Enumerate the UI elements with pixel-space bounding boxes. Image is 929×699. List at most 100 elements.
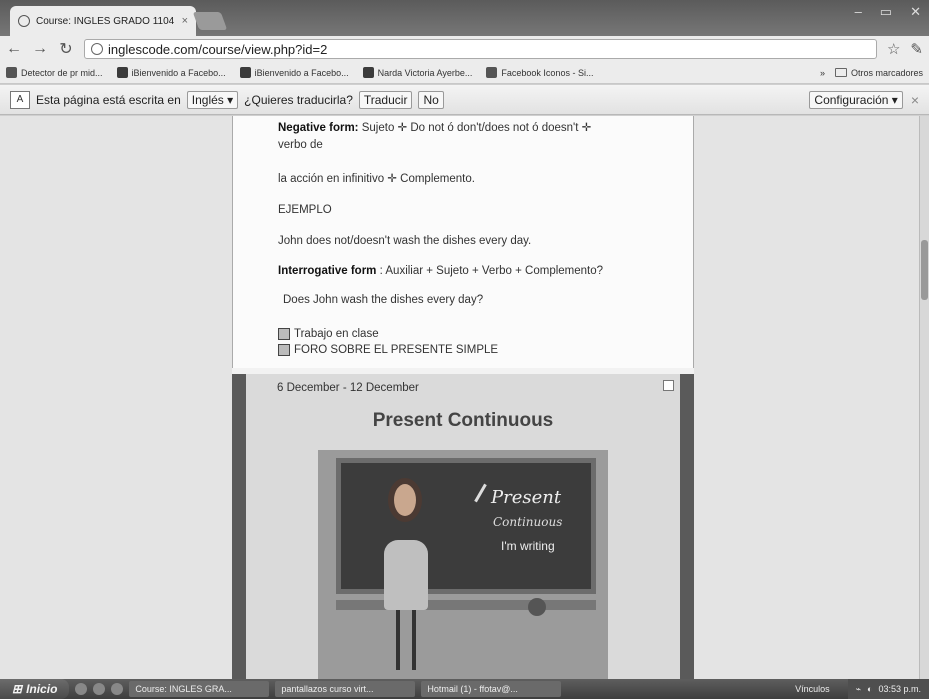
interrogative-example: Does John wash the dishes every day? bbox=[283, 294, 484, 306]
tab-strip: Course: INGLES GRADO 1104 × – ▭ ✕ bbox=[0, 0, 929, 36]
bookmark-item[interactable]: iBienvenido a Facebo... bbox=[239, 67, 349, 78]
clock: 03:53 p.m. bbox=[878, 684, 921, 694]
taskbar-item-hotmail[interactable]: Hotmail (1) - ffotav@... bbox=[421, 681, 562, 697]
chalk-icon bbox=[474, 483, 487, 503]
bookmark-item[interactable]: iBienvenido a Facebo... bbox=[116, 67, 226, 78]
board-phrase: I'm writing bbox=[501, 539, 555, 553]
windows-taskbar: ⊞ Inicio Course: INGLES GRA... pantallaz… bbox=[0, 679, 929, 699]
bookmark-label: Facebook Iconos - Si... bbox=[501, 67, 594, 78]
translate-icon: A bbox=[10, 90, 30, 109]
bookmark-label: Narda Victoria Ayerbe... bbox=[377, 67, 473, 78]
board-word-present: Present bbox=[491, 487, 562, 508]
new-tab-button[interactable] bbox=[192, 12, 228, 30]
vertical-scrollbar[interactable] bbox=[919, 116, 929, 679]
section-title: Present Continuous bbox=[372, 410, 554, 431]
example-heading: EJEMPLO bbox=[278, 204, 332, 216]
section-highlight-checkbox[interactable] bbox=[663, 380, 674, 391]
negative-form-text: Sujeto ✛ Do not ó don't/does not ó doesn… bbox=[358, 122, 592, 134]
forum-icon bbox=[278, 344, 290, 356]
translate-button[interactable]: Traducir bbox=[358, 90, 413, 109]
facebook-icon bbox=[239, 67, 251, 78]
example-line: John does not/doesn't wash the dishes ev… bbox=[278, 235, 532, 247]
assignment-icon bbox=[278, 328, 290, 340]
wrench-icon[interactable]: ✎ bbox=[910, 40, 923, 58]
teacher-body bbox=[384, 540, 428, 610]
teacher-legs bbox=[396, 610, 416, 670]
explorer-icon[interactable] bbox=[111, 683, 124, 695]
course-section-present-simple: Negative form: Sujeto ✛ Do not ó don't/d… bbox=[232, 116, 694, 368]
quick-launch bbox=[75, 683, 124, 695]
network-icon[interactable]: ⌁ bbox=[856, 684, 861, 695]
negative-form-line2: verbo de bbox=[278, 139, 323, 151]
other-bookmarks[interactable]: Otros marcadores bbox=[834, 67, 923, 78]
tab-course[interactable]: Course: INGLES GRADO 1104 × bbox=[10, 6, 196, 36]
negative-form-line: Negative form: Sujeto ✛ Do not ó don't/d… bbox=[278, 120, 658, 136]
board-word-continuous: Continuous bbox=[493, 515, 563, 529]
windows-logo-icon: ⊞ bbox=[12, 682, 23, 696]
window-controls: – ▭ ✕ bbox=[855, 4, 921, 20]
scrollbar-thumb[interactable] bbox=[921, 240, 928, 300]
maximize-icon[interactable]: ▭ bbox=[880, 4, 892, 20]
url-text: inglescode.com/course/view.php?id=2 bbox=[108, 41, 328, 57]
bookmark-icon bbox=[6, 67, 17, 78]
bookmarks-overflow-button[interactable]: » bbox=[820, 68, 825, 78]
page-info-icon[interactable] bbox=[91, 43, 103, 55]
bookmark-label: iBienvenido a Facebo... bbox=[254, 67, 349, 78]
bookmark-label: iBienvenido a Facebo... bbox=[131, 67, 226, 78]
section-date-range: 6 December - 12 December bbox=[277, 382, 419, 394]
chalkboard: Present Continuous I'm writing bbox=[336, 458, 596, 594]
chrome-icon[interactable] bbox=[75, 683, 88, 695]
translate-question: ¿Quieres traducirla? bbox=[244, 92, 353, 107]
other-bookmarks-label: Otros marcadores bbox=[850, 67, 923, 78]
reload-icon[interactable]: ↻ bbox=[58, 39, 74, 59]
resource-label: Trabajo en clase bbox=[294, 328, 379, 340]
course-section-present-continuous: 6 December - 12 December Present Continu… bbox=[232, 374, 694, 679]
minimize-icon[interactable]: – bbox=[855, 4, 862, 20]
bookmark-label: Detector de pr mid... bbox=[21, 67, 103, 78]
browser-toolbar: ← → ↻ inglescode.com/course/view.php?id=… bbox=[0, 36, 929, 62]
bookmark-item[interactable]: Facebook Iconos - Si... bbox=[486, 67, 593, 78]
close-icon[interactable]: × bbox=[911, 92, 919, 108]
board-ledge bbox=[336, 600, 596, 610]
facebook-icon bbox=[362, 67, 374, 78]
page-content: Negative form: Sujeto ✛ Do not ó don't/d… bbox=[0, 116, 919, 679]
globe-icon bbox=[18, 15, 30, 27]
tab-title: Course: INGLES GRADO 1104 bbox=[36, 15, 175, 27]
star-icon[interactable]: ☆ bbox=[887, 40, 900, 58]
bookmark-item[interactable]: Detector de pr mid... bbox=[6, 67, 103, 78]
apple-icon bbox=[528, 598, 546, 616]
facebook-icon bbox=[116, 67, 128, 78]
taskbar-item-chrome[interactable]: Course: INGLES GRA... bbox=[129, 681, 270, 697]
settings-button[interactable]: Configuración ▾ bbox=[809, 90, 903, 109]
language-select[interactable]: Inglés ▾ bbox=[186, 90, 239, 109]
bookmarks-bar: Detector de pr mid... iBienvenido a Face… bbox=[0, 62, 929, 84]
interrogative-form-line: Interrogative form : Auxiliar + Sujeto +… bbox=[278, 263, 658, 279]
ie-icon[interactable] bbox=[93, 683, 106, 695]
negative-form-label: Negative form: bbox=[278, 122, 359, 134]
address-bar[interactable]: inglescode.com/course/view.php?id=2 bbox=[84, 39, 877, 59]
translate-message: Esta página está escrita en bbox=[36, 92, 181, 107]
tab-close-button[interactable]: × bbox=[182, 15, 188, 27]
negative-form-line3: la acción en infinitivo ✛ Complemento. bbox=[278, 173, 475, 185]
resource-label: FORO SOBRE EL PRESENTE SIMPLE bbox=[294, 344, 499, 356]
taskbar-item-pantallazos[interactable]: pantallazos curso virt... bbox=[275, 681, 416, 697]
bookmark-icon bbox=[486, 67, 498, 78]
start-label: Inicio bbox=[26, 682, 58, 696]
interrogative-form-text: : Auxiliar + Sujeto + Verbo + Complement… bbox=[376, 265, 604, 277]
translate-bar: A Esta página está escrita en Inglés ▾ ¿… bbox=[0, 85, 929, 115]
interrogative-form-label: Interrogative form bbox=[278, 265, 377, 277]
links-toolbar[interactable]: Vínculos bbox=[795, 684, 830, 694]
back-arrow-icon[interactable]: ← bbox=[6, 40, 22, 58]
system-tray: ⌁ ◐ 03:53 p.m. bbox=[847, 679, 929, 699]
teacher-head bbox=[388, 478, 422, 522]
resource-link-trabajo[interactable]: Trabajo en clase bbox=[278, 328, 379, 340]
present-continuous-illustration: Present Continuous I'm writing bbox=[318, 450, 608, 679]
resource-link-foro[interactable]: FORO SOBRE EL PRESENTE SIMPLE bbox=[278, 344, 498, 356]
forward-arrow-icon[interactable]: → bbox=[32, 40, 48, 58]
folder-icon bbox=[834, 68, 847, 77]
volume-icon[interactable]: ◐ bbox=[867, 684, 872, 694]
bookmark-item[interactable]: Narda Victoria Ayerbe... bbox=[362, 67, 473, 78]
no-button[interactable]: No bbox=[418, 90, 444, 109]
close-window-icon[interactable]: ✕ bbox=[910, 4, 921, 20]
start-button[interactable]: ⊞ Inicio bbox=[0, 679, 70, 699]
